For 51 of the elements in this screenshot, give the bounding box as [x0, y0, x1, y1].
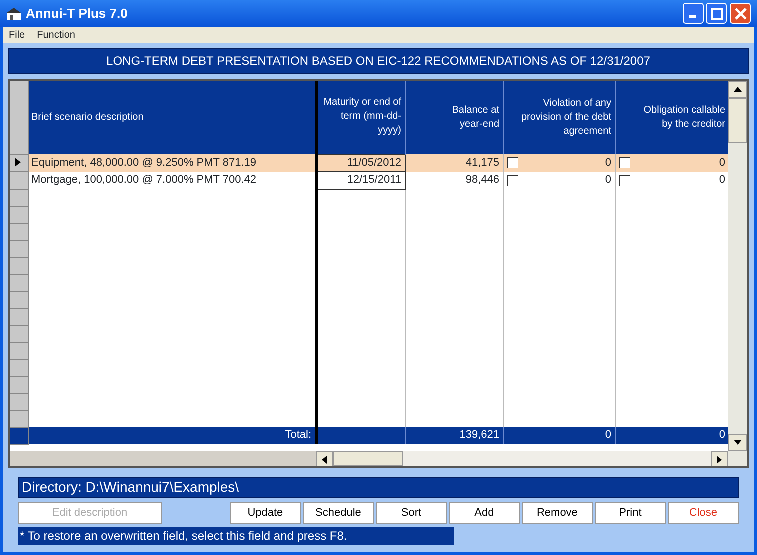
- up-arrow-icon: [734, 87, 742, 92]
- scroll-right-button[interactable]: [711, 451, 728, 466]
- app-icon: [6, 6, 22, 20]
- action-button[interactable]: Update: [230, 502, 301, 524]
- scroll-down-button[interactable]: [728, 434, 747, 451]
- directory-path: Directory: D:\Winannui7\Examples\: [18, 477, 739, 498]
- left-arrow-icon: [322, 456, 327, 464]
- current-row-icon: [15, 158, 21, 168]
- column-header: Brief scenario description: [32, 110, 144, 124]
- menu-item[interactable]: Function: [37, 28, 76, 42]
- down-arrow-icon: [734, 440, 742, 445]
- total-value: 0: [719, 429, 726, 442]
- column-header: Obligation callable by the creditor: [642, 104, 726, 132]
- maximize-button[interactable]: [706, 3, 728, 24]
- action-button[interactable]: Remove: [522, 502, 593, 524]
- total-value: 139,621: [460, 429, 500, 442]
- table-cell-text: 0: [719, 173, 726, 188]
- action-button[interactable]: Add: [448, 502, 520, 524]
- table-cell: 98,446: [466, 174, 500, 186]
- table-cell-text: 0: [605, 173, 612, 188]
- scroll-up-button[interactable]: [728, 81, 747, 98]
- close-button[interactable]: [730, 3, 751, 24]
- report-title: LONG-TERM DEBT PRESENTATION BASED ON EIC-122 RECOMMENDATIONS AS OF 12/31/2007: [8, 48, 749, 74]
- hint-text: * To restore an overwritten field, select this field and press F8.: [18, 527, 454, 545]
- scroll-left-button[interactable]: [316, 451, 333, 466]
- column-header: Maturity or end of term (mm-dd-yyyy): [322, 96, 402, 138]
- column-header: Violation of any provision of the debt agreement: [520, 96, 612, 138]
- maximize-icon: [710, 8, 723, 20]
- total-value: 0: [605, 429, 612, 442]
- close-icon: [734, 8, 746, 20]
- scrollbar-thumb[interactable]: [728, 98, 747, 143]
- menu-item[interactable]: File: [9, 28, 26, 42]
- right-arrow-icon: [717, 456, 722, 464]
- action-button[interactable]: Close: [668, 502, 739, 524]
- scrollbar-thumb[interactable]: [333, 451, 403, 466]
- action-button[interactable]: Print: [594, 502, 666, 524]
- checkbox[interactable]: [618, 157, 630, 168]
- table-cell: Equipment, 48,000.00 @ 9.250% PMT 871.19: [32, 156, 257, 168]
- table-cell-text: 0: [605, 156, 612, 170]
- total-label: Total:: [285, 429, 312, 442]
- minimize-button[interactable]: [682, 3, 704, 24]
- table-cell: 41,175: [466, 156, 500, 168]
- window-title: Annui-T Plus 7.0: [26, 4, 128, 23]
- column-header: Balance at year-end: [451, 104, 500, 132]
- table-cell: 11/05/2012: [347, 156, 402, 168]
- table-cell: Mortgage, 100,000.00 @ 7.000% PMT 700.42: [32, 174, 257, 186]
- action-button[interactable]: Schedule: [302, 502, 374, 524]
- action-button[interactable]: Sort: [376, 502, 447, 524]
- checkbox[interactable]: [506, 157, 518, 168]
- table-cell-text: 0: [719, 156, 726, 170]
- table-cell: 12/15/2011: [347, 174, 402, 186]
